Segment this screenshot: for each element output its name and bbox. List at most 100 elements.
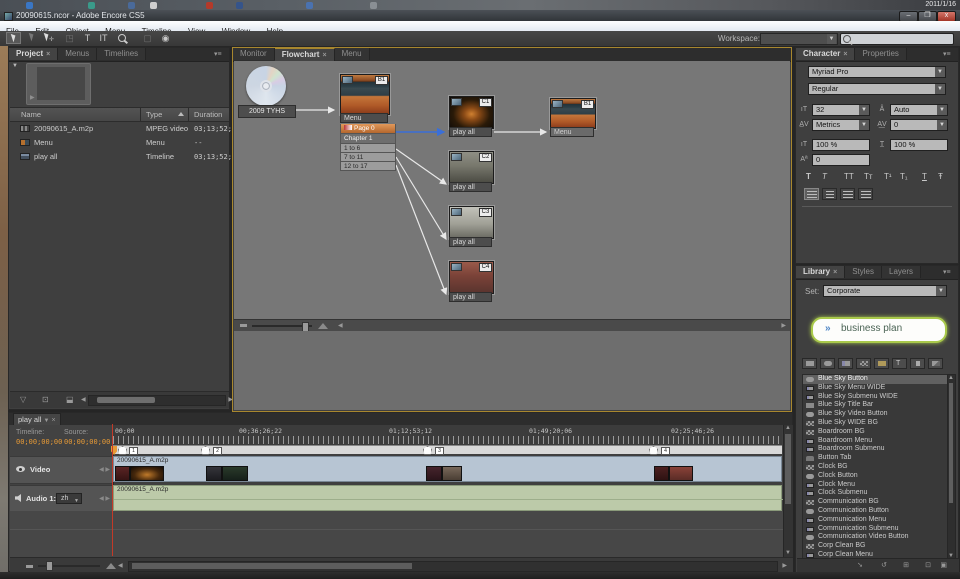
place-icon[interactable]: ➘ xyxy=(857,562,863,570)
disc-icon[interactable] xyxy=(246,66,286,106)
timeline-node-thumbnail[interactable]: C1 xyxy=(449,96,494,129)
close-icon[interactable]: × xyxy=(843,51,847,58)
direct-select-tool-icon[interactable] xyxy=(24,32,39,44)
underline-button[interactable]: T xyxy=(922,172,927,181)
chapter-marker-icon[interactable] xyxy=(201,446,210,455)
panel-menu-icon[interactable]: ▾≡ xyxy=(943,269,955,276)
video-track-header[interactable]: Video ◀ ▶ xyxy=(10,456,113,484)
replace-icon[interactable]: ↺ xyxy=(881,562,887,570)
timeline-timecode[interactable]: 00;00;00;00 xyxy=(16,438,62,446)
chevron-down-icon[interactable]: ▼ xyxy=(43,418,49,424)
rotate-tool-icon[interactable]: ◳ xyxy=(62,32,77,44)
align-left-button[interactable] xyxy=(804,188,819,200)
list-item[interactable]: Corp Clean BG xyxy=(803,542,947,551)
menu-node-thumbnail[interactable]: B1 xyxy=(340,74,390,115)
disc-label[interactable]: 2009 TYHS xyxy=(238,105,296,118)
vertical-scrollbar[interactable]: ▲ ▼ xyxy=(783,425,793,557)
menu-button-row[interactable]: 7 to 11 xyxy=(340,153,396,162)
zoom-in-icon[interactable] xyxy=(106,563,116,569)
align-right-button[interactable] xyxy=(840,188,855,200)
column-name[interactable]: Name xyxy=(21,108,41,121)
disclosure-triangle-icon[interactable]: ▼ xyxy=(12,63,18,69)
superscript-button[interactable]: T¹ xyxy=(884,172,892,181)
taskbar-icon[interactable] xyxy=(370,2,377,9)
chapter-marker-number[interactable]: 1 xyxy=(129,447,138,455)
font-size-select[interactable]: 32▼ xyxy=(812,104,870,116)
show-layersets-filter-icon[interactable] xyxy=(874,358,889,369)
edit-original-icon[interactable]: ▢ xyxy=(140,32,155,44)
list-item[interactable]: Communication Button xyxy=(803,507,947,516)
taskbar-icon[interactable] xyxy=(88,2,95,9)
preview-icon[interactable]: ◉ xyxy=(158,32,173,44)
show-shapes-filter-icon[interactable] xyxy=(910,358,925,369)
list-item[interactable]: Blue Sky Menu WIDE xyxy=(803,384,947,393)
chapter-marker-strip[interactable]: 1 2 3 4 xyxy=(113,445,782,454)
taskbar-icon[interactable] xyxy=(206,2,213,9)
timeline-node-thumbnail[interactable]: C3 xyxy=(449,206,494,239)
scroll-left-icon[interactable]: ◀ xyxy=(118,563,123,570)
tab-project[interactable]: Project× xyxy=(9,48,58,60)
table-row[interactable]: play all Timeline 03;13;52;23 xyxy=(10,150,229,164)
zoom-out-icon[interactable] xyxy=(26,565,33,568)
table-row[interactable]: Menu Menu -- xyxy=(10,136,229,150)
leading-select[interactable]: Auto▼ xyxy=(890,104,948,116)
tab-library[interactable]: Library× xyxy=(796,266,845,278)
chapter-marker-icon[interactable] xyxy=(649,446,658,455)
set-select[interactable]: Corporate▼ xyxy=(823,285,947,297)
chapter-marker-number[interactable]: 3 xyxy=(435,447,444,455)
audio-track-header[interactable]: Audio 1: zh ▼ ◀ ▶ xyxy=(10,485,113,513)
move-tool-icon[interactable]: ✛ xyxy=(42,32,57,44)
taskbar-icon[interactable] xyxy=(236,2,243,9)
menu-button-row[interactable]: 1 to 6 xyxy=(340,144,396,153)
faux-bold-button[interactable]: T xyxy=(806,172,811,181)
list-item[interactable]: Boardroom BG xyxy=(803,428,947,437)
speaker-icon[interactable] xyxy=(15,494,23,502)
track-nav-icons[interactable]: ◀ ▶ xyxy=(99,495,110,502)
menu-button-row[interactable]: 12 to 17 xyxy=(340,162,396,171)
show-images-filter-icon[interactable] xyxy=(802,358,817,369)
chapter-marker-icon[interactable] xyxy=(423,446,432,455)
tab-menus[interactable]: Menus xyxy=(58,48,97,60)
list-item[interactable]: Communication Submenu xyxy=(803,525,947,534)
menu-node-thumbnail[interactable]: B1 xyxy=(550,98,596,129)
faux-italic-button[interactable]: T xyxy=(822,172,827,181)
list-item[interactable]: Blue Sky Title Bar xyxy=(803,401,947,410)
list-item[interactable]: Blue Sky WIDE BG xyxy=(803,419,947,428)
scroll-down-icon[interactable]: ▼ xyxy=(785,550,791,557)
selection-tool-icon[interactable] xyxy=(6,32,21,44)
align-justify-button[interactable] xyxy=(858,188,873,200)
scroll-right-icon[interactable]: ▶ xyxy=(782,563,787,570)
zoom-tool-icon[interactable] xyxy=(114,32,129,44)
menu-page-row[interactable]: Page 0 xyxy=(340,124,396,134)
taskbar-icon[interactable] xyxy=(150,2,157,9)
timeline-node-thumbnail[interactable]: C4 xyxy=(449,261,494,294)
new-item-icon[interactable]: ▣ xyxy=(940,562,947,570)
scroll-right-icon[interactable]: ▶ xyxy=(781,323,786,330)
table-row[interactable]: 20090615_A.m2p MPEG video 03;13;52;23 xyxy=(10,122,229,136)
horizontal-scale-field[interactable]: 100 % xyxy=(890,139,948,151)
taskbar-icon[interactable] xyxy=(306,2,313,9)
tab-layers[interactable]: Layers xyxy=(882,266,921,278)
scrollbar-thumb[interactable] xyxy=(949,383,953,503)
list-item[interactable]: Blue Sky Submenu WIDE xyxy=(803,393,947,402)
chevron-down-icon[interactable]: ▼ xyxy=(935,84,945,94)
node-label[interactable]: play all xyxy=(449,127,492,137)
timeline-empty-area[interactable] xyxy=(10,511,792,557)
video-clip[interactable]: 20090615_A.m2p xyxy=(113,456,782,482)
scroll-up-icon[interactable]: ▲ xyxy=(948,375,954,382)
list-item[interactable]: Boardroom Menu xyxy=(803,437,947,446)
zoom-in-icon[interactable] xyxy=(318,323,328,329)
close-icon[interactable]: × xyxy=(322,52,326,59)
filter-icon[interactable]: ▽ xyxy=(20,396,26,404)
window-titlebar[interactable]: 20090615.ncor - Adobe Encore CS5 – ❐ x xyxy=(0,10,960,21)
show-buttons-filter-icon[interactable] xyxy=(820,358,835,369)
node-label[interactable]: play all xyxy=(449,292,492,302)
subscript-button[interactable]: T₁ xyxy=(900,172,908,181)
menu-chapter-row[interactable]: Chapter 1 xyxy=(340,134,396,144)
scrollbar-thumb[interactable] xyxy=(785,434,791,504)
panel-menu-icon[interactable]: ▾≡ xyxy=(943,51,955,58)
list-item[interactable]: Communication Video Button xyxy=(803,533,947,542)
close-icon[interactable]: × xyxy=(833,269,837,276)
menu-node-label[interactable]: Menu xyxy=(340,113,388,123)
chevron-down-icon[interactable]: ▼ xyxy=(937,105,947,115)
